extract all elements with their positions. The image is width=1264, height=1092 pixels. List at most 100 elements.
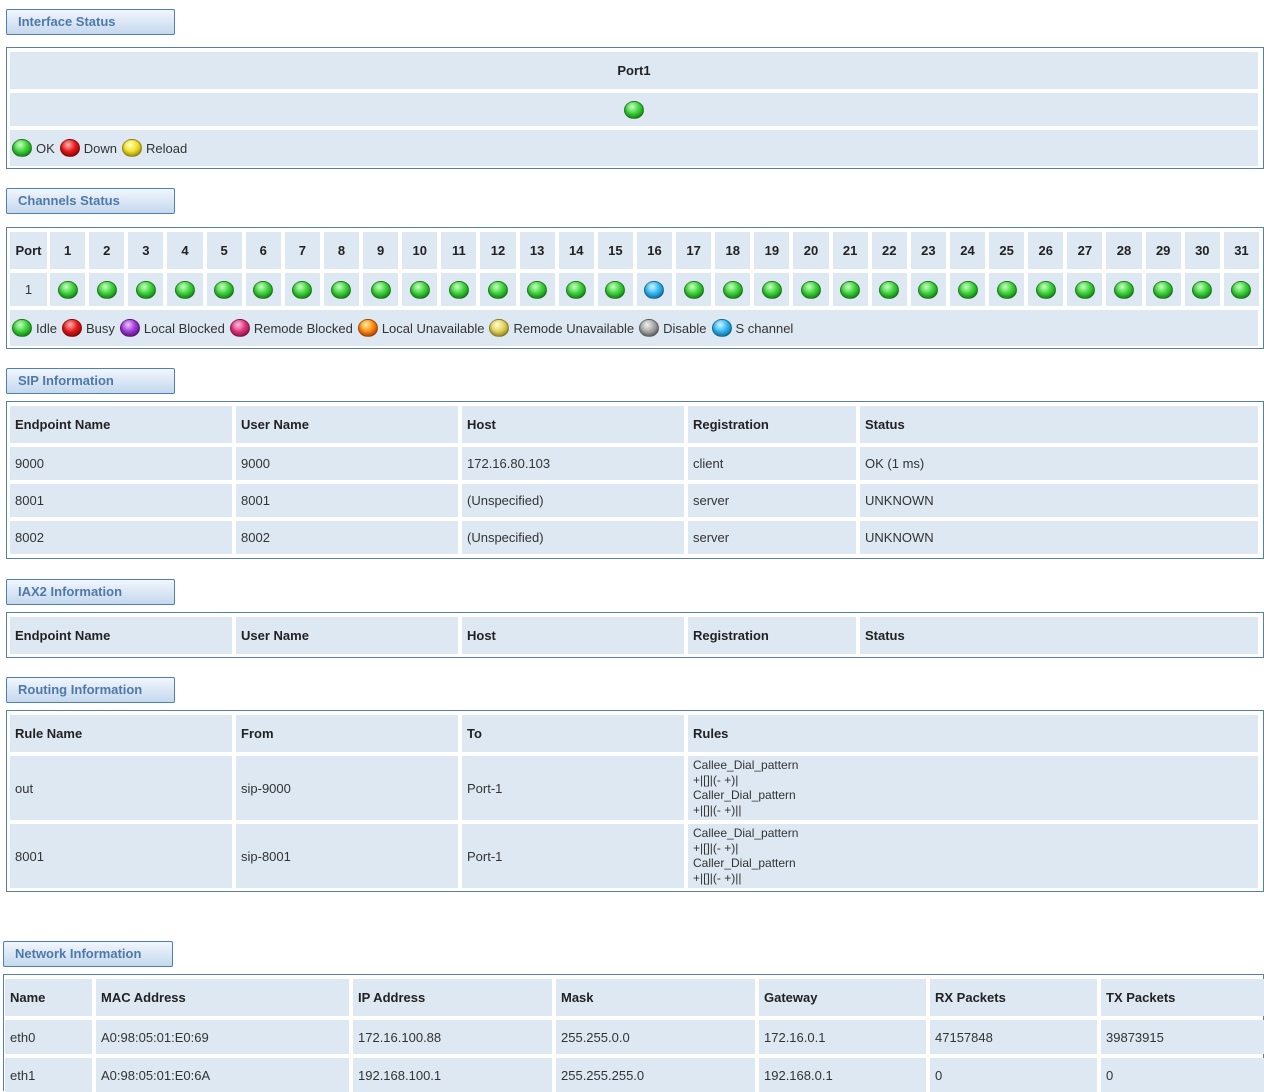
routing-rule-line: +|[]|(- +)|| [693, 803, 742, 817]
routing-header-cell: Rule Name [10, 715, 232, 752]
channel-status-cell [284, 273, 320, 306]
magenta-led-icon [229, 319, 250, 337]
channel-status-cell [206, 273, 242, 306]
sip-cell: 9000 [236, 447, 458, 480]
sip-cell: server [688, 521, 856, 554]
network-cell: 192.168.100.1 [353, 1058, 552, 1092]
channel-number-header: 26 [1028, 232, 1064, 269]
channel-legend-item: Disable [639, 319, 707, 337]
channel-number-header: 29 [1145, 232, 1181, 269]
channel-status-cell [832, 273, 868, 306]
channel-19-status-icon [761, 280, 782, 299]
channel-status-cell [871, 273, 907, 306]
network-cell: 172.16.0.1 [759, 1020, 926, 1054]
channel-status-cell [480, 273, 516, 306]
channel-status-cell [519, 273, 555, 306]
iax2-header-cell: Host [462, 617, 684, 654]
channel-status-cell [558, 273, 594, 306]
sip-cell: server [688, 484, 856, 517]
channel-status-cell [1028, 273, 1064, 306]
channel-number-header: 22 [871, 232, 907, 269]
network-cell: 0 [1101, 1058, 1264, 1092]
network-cell: 172.16.100.88 [353, 1020, 552, 1054]
channel-23-status-icon [918, 280, 939, 299]
sip-cell: 8001 [10, 484, 232, 517]
channel-20-status-icon [801, 280, 821, 299]
channel-4-status-icon [174, 280, 195, 299]
channel-number-header: 17 [676, 232, 712, 269]
routing-from-cell: sip-9000 [236, 756, 458, 820]
channel-30-status-icon [1192, 280, 1213, 299]
network-cell: 0 [930, 1058, 1097, 1092]
network-cell: A0:98:05:01:E0:69 [96, 1020, 349, 1054]
sip-header-cell: Registration [688, 406, 856, 443]
network-cell: 192.168.0.1 [759, 1058, 926, 1092]
channel-11-status-icon [448, 280, 469, 299]
sip-cell: (Unspecified) [462, 484, 684, 517]
routing-rule-line: Caller_Dial_pattern [693, 788, 796, 802]
interface-legend: OK Down Reload [12, 139, 192, 157]
interface-legend-label: Down [83, 140, 118, 156]
channel-legend-item: Local Blocked [119, 319, 225, 337]
channel-number-header: 12 [480, 232, 516, 269]
channel-21-status-icon [840, 280, 861, 299]
channel-5-status-icon [214, 280, 235, 299]
routing-to-cell: Port-1 [462, 824, 684, 888]
channel-status-cell [636, 273, 673, 306]
channel-status-cell [715, 273, 751, 306]
channel-status-cell [754, 273, 790, 306]
channel-legend-label: Local Blocked [143, 320, 225, 336]
green-led-icon [12, 319, 32, 337]
channel-port-value: 1 [10, 273, 47, 306]
interface-legend-item: Reload [122, 139, 187, 157]
interface-status-tab: Interface Status [6, 9, 175, 35]
channel-status-cell [793, 273, 829, 306]
network-cell: 39873915 [1101, 1020, 1264, 1054]
channel-status-cell [949, 273, 986, 306]
port1-status-icon [624, 100, 644, 119]
channel-8-status-icon [331, 280, 352, 299]
channel-7-status-icon [292, 280, 313, 299]
network-cell: eth1 [5, 1058, 92, 1092]
sip-table: Endpoint Name User Name Host Registration St… [6, 401, 1264, 559]
routing-rule-line: Callee_Dial_pattern [693, 758, 799, 772]
channel-15-status-icon [605, 280, 626, 299]
channel-1-status-icon [57, 280, 78, 299]
port-state-row [10, 93, 1258, 126]
channel-2-status-icon [96, 280, 117, 299]
interface-status-panel: Port1 OK Down Reload [6, 47, 1264, 169]
channel-status-cell [402, 273, 438, 306]
channel-9-status-icon [370, 280, 391, 299]
sip-header-cell: User Name [236, 406, 458, 443]
channel-status-cell [1067, 273, 1103, 306]
sip-information-tab: SIP Information [6, 368, 175, 394]
channel-number-header: 20 [793, 232, 829, 269]
channel-number-header: 10 [402, 232, 438, 269]
routing-header-cell: To [462, 715, 684, 752]
network-header-cell: Name [5, 979, 92, 1016]
routing-information-tab: Routing Information [6, 677, 175, 703]
channels-status-tab: Channels Status [6, 188, 175, 214]
routing-header-cell: Rules [688, 715, 1258, 752]
sip-cell: UNKNOWN [860, 484, 1258, 517]
routing-rule-line: +|[]|(- +)| [693, 841, 739, 855]
channel-legend-label: Remode Blocked [253, 320, 353, 336]
sip-cell: 8002 [10, 521, 232, 554]
channel-number-header: 9 [363, 232, 399, 269]
channel-24-status-icon [957, 280, 978, 299]
channel-status-cell [128, 273, 164, 306]
routing-to-cell: Port-1 [462, 756, 684, 820]
channel-status-cell [1106, 273, 1142, 306]
network-header-cell: Mask [556, 979, 755, 1016]
yellow-led-icon [122, 139, 143, 157]
channel-27-status-icon [1074, 280, 1095, 299]
channel-status-cell [363, 273, 399, 306]
channel-number-header: 24 [949, 232, 986, 269]
channel-number-header: 11 [441, 232, 477, 269]
red-led-icon [61, 319, 82, 337]
channel-6-status-icon [253, 280, 274, 299]
network-cell: 47157848 [930, 1020, 1097, 1054]
channel-number-header: 18 [715, 232, 751, 269]
channel-28-status-icon [1114, 280, 1135, 299]
channel-status-cell [1145, 273, 1181, 306]
